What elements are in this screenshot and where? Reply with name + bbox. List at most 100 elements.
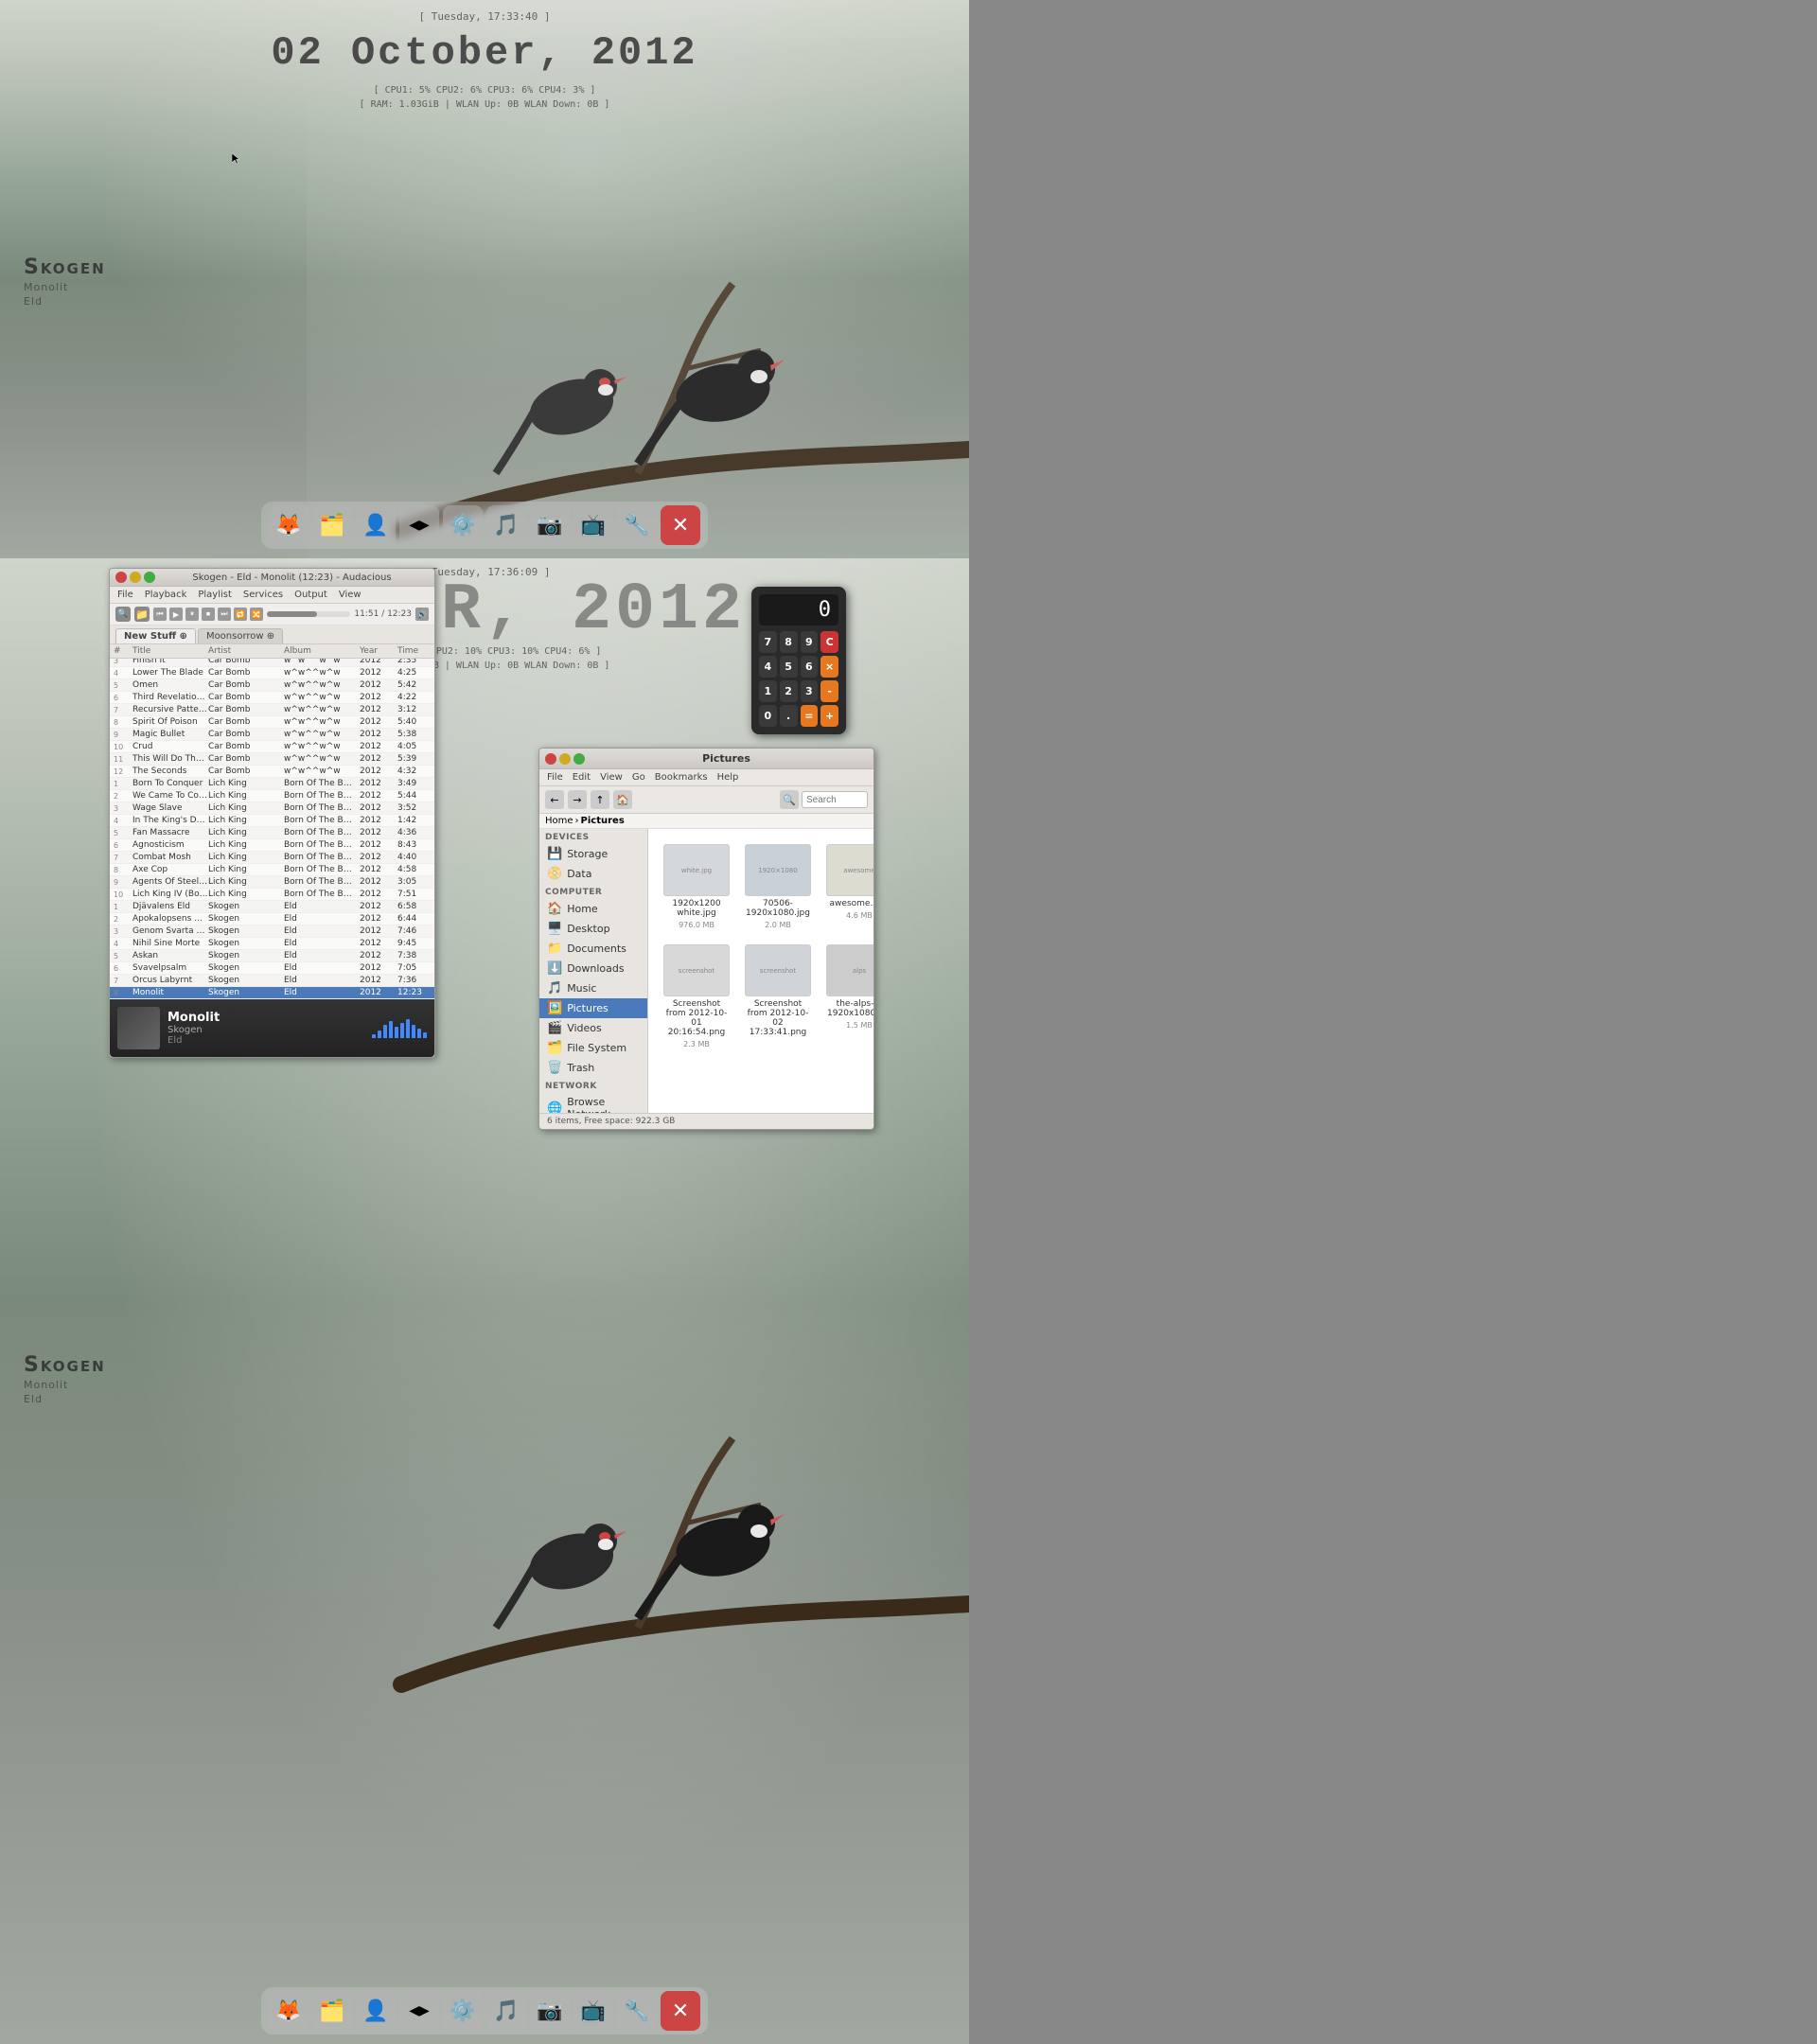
naut-item-desktop[interactable]: 🖥️ Desktop: [539, 919, 647, 939]
dock-b-arrow[interactable]: ◀▶: [399, 1991, 439, 2031]
calc-button-8[interactable]: 8: [780, 631, 798, 653]
aud-progress-bar[interactable]: [267, 611, 350, 617]
naut-item-music[interactable]: 🎵 Music: [539, 978, 647, 998]
naut-menu-edit[interactable]: Edit: [571, 771, 592, 784]
dock-b-firefox[interactable]: 🦊: [269, 1991, 309, 2031]
calc-button-2[interactable]: 2: [780, 680, 798, 702]
nautilus-back-button[interactable]: ←: [545, 790, 564, 809]
aud-track-row[interactable]: 3 Genom Svarta Vatten Skogen Eld 2012 7:…: [110, 925, 434, 938]
dock-icon-camera[interactable]: 📷: [530, 505, 570, 545]
aud-track-row[interactable]: 8 Axe Cop Lich King Born Of The Bomb 201…: [110, 864, 434, 876]
dock-b-music[interactable]: 🎵: [486, 1991, 526, 2031]
aud-menu-output[interactable]: Output: [292, 589, 329, 601]
nautilus-search-icon[interactable]: 🔍: [780, 790, 799, 809]
calc-button-5[interactable]: 5: [780, 656, 798, 678]
aud-tab-new-stuff[interactable]: New Stuff ⊕: [115, 628, 196, 643]
naut-file-item[interactable]: white.jpg 1920x1200 white.jpg 976.0 MB: [660, 840, 733, 933]
nautilus-maximize-button[interactable]: [573, 753, 585, 765]
calc-button-_[interactable]: ×: [820, 656, 838, 678]
calc-button-6[interactable]: 6: [801, 656, 819, 678]
naut-item-filesystem[interactable]: 🗂️ File System: [539, 1038, 647, 1058]
calc-button-1[interactable]: 1: [759, 680, 777, 702]
dock-icon-arrow[interactable]: ◀▶: [399, 505, 439, 545]
dock-b-files[interactable]: 🗂️: [312, 1991, 352, 2031]
aud-track-row[interactable]: 5 Fan Massacre Lich King Born Of The Bom…: [110, 827, 434, 839]
naut-file-item[interactable]: 1920×1080 70506-1920x1080.jpg 2.0 MB: [741, 840, 815, 933]
naut-breadcrumb-pictures[interactable]: Pictures: [581, 816, 625, 826]
naut-item-documents[interactable]: 📁 Documents: [539, 939, 647, 959]
nautilus-up-button[interactable]: ↑: [591, 790, 609, 809]
aud-track-row[interactable]: 1 Born To Conquer Lich King Born Of The …: [110, 778, 434, 790]
aud-prev-button[interactable]: ⏮: [153, 608, 167, 621]
naut-item-downloads[interactable]: ⬇️ Downloads: [539, 959, 647, 978]
aud-track-row[interactable]: 6 Third Revelation (feat. Joseph... Car …: [110, 692, 434, 704]
aud-track-row[interactable]: 2 Apokalopsens Vita Dimma Skogen Eld 201…: [110, 913, 434, 925]
aud-menu-view[interactable]: View: [337, 589, 363, 601]
audacious-maximize-button[interactable]: [144, 572, 155, 583]
calc-button-_[interactable]: -: [820, 680, 838, 702]
aud-track-row[interactable]: 9 Agents Of Steel (Agent Steel ... Lich …: [110, 876, 434, 889]
nautilus-close-button[interactable]: [545, 753, 556, 765]
audacious-close-button[interactable]: [115, 572, 127, 583]
aud-volume-button[interactable]: 🔊: [415, 608, 429, 621]
audacious-win-buttons[interactable]: [115, 572, 155, 583]
aud-track-row[interactable]: 7 Recursive Patterns Car Bomb w^w^^w^w 2…: [110, 704, 434, 716]
calc-button-7[interactable]: 7: [759, 631, 777, 653]
calc-button-9[interactable]: 9: [801, 631, 819, 653]
dock-icon-close[interactable]: ✕: [661, 505, 700, 545]
dock-icon-settings[interactable]: ⚙️: [443, 505, 483, 545]
aud-track-row[interactable]: 5 Omen Car Bomb w^w^^w^w 2012 5:42: [110, 679, 434, 692]
dock-icon-files[interactable]: 🗂️: [312, 505, 352, 545]
calc-button-c[interactable]: C: [820, 631, 838, 653]
naut-item-storage[interactable]: 💾 Storage: [539, 844, 647, 864]
aud-track-row[interactable]: 6 Agnosticism Lich King Born Of The Bomb…: [110, 839, 434, 852]
audacious-minimize-button[interactable]: [130, 572, 141, 583]
aud-track-row[interactable]: 2 We Came To Conquer Lich King Born Of T…: [110, 790, 434, 802]
aud-folder-button[interactable]: 📁: [134, 607, 150, 622]
aud-stop-button[interactable]: ⏹: [202, 608, 215, 621]
aud-track-row[interactable]: 8 Monolit Skogen Eld 2012 12:23: [110, 987, 434, 999]
aud-track-row[interactable]: 4 In The King's Devastation Lich King Bo…: [110, 815, 434, 827]
aud-track-row[interactable]: 8 Spirit Of Poison Car Bomb w^w^^w^w 201…: [110, 716, 434, 729]
aud-track-row[interactable]: 6 Svavelpsalm Skogen Eld 2012 7:05: [110, 962, 434, 975]
dock-b-camera[interactable]: 📷: [530, 1991, 570, 2031]
naut-file-item[interactable]: alps the-alps-2-1920x1080.jpg 1.5 MB: [822, 941, 873, 1052]
aud-track-row[interactable]: 3 Finish It Car Bomb w^w^^w^w 2012 2:35: [110, 659, 434, 667]
aud-track-row[interactable]: 12 The Seconds Car Bomb w^w^^w^w 2012 4:…: [110, 766, 434, 778]
naut-file-item[interactable]: screenshot Screenshot from 2012-10-02 17…: [741, 941, 815, 1052]
dock-b-monitor[interactable]: 📺: [573, 1991, 613, 2031]
aud-tab-moonsorrow[interactable]: Moonsorrow ⊕: [198, 628, 283, 643]
aud-track-row[interactable]: 11 This Will Do The Job Car Bomb w^w^^w^…: [110, 753, 434, 766]
naut-item-browse-network[interactable]: 🌐 Browse Network: [539, 1093, 647, 1113]
calc-button-3[interactable]: 3: [801, 680, 819, 702]
dock-icon-user[interactable]: 👤: [356, 505, 396, 545]
aud-search-button[interactable]: 🔍: [115, 607, 131, 622]
aud-menu-services[interactable]: Services: [241, 589, 285, 601]
dock-icon-tools[interactable]: 🔧: [617, 505, 657, 545]
aud-track-row[interactable]: 9 Magic Bullet Car Bomb w^w^^w^w 2012 5:…: [110, 729, 434, 741]
naut-item-data[interactable]: 📀 Data: [539, 864, 647, 884]
calc-button-_[interactable]: =: [801, 705, 819, 727]
nautilus-win-buttons[interactable]: [545, 753, 585, 765]
naut-item-home[interactable]: 🏠 Home: [539, 899, 647, 919]
dock-icon-firefox[interactable]: 🦊: [269, 505, 309, 545]
aud-pause-button[interactable]: ⏸: [185, 608, 199, 621]
aud-play-button[interactable]: ▶: [169, 608, 183, 621]
calc-button-_[interactable]: +: [820, 705, 838, 727]
calc-button-0[interactable]: 0: [759, 705, 777, 727]
aud-track-row[interactable]: 10 Lich King IV (Born Of The Bo... Lich …: [110, 889, 434, 901]
nautilus-home-button[interactable]: 🏠: [613, 790, 632, 809]
naut-file-item[interactable]: screenshot Screenshot from 2012-10-01 20…: [660, 941, 733, 1052]
naut-breadcrumb-home[interactable]: Home: [545, 816, 573, 826]
naut-menu-view[interactable]: View: [598, 771, 625, 784]
aud-track-row[interactable]: 4 Lower The Blade Car Bomb w^w^^w^w 2012…: [110, 667, 434, 679]
dock-b-user[interactable]: 👤: [356, 1991, 396, 2031]
dock-b-settings[interactable]: ⚙️: [443, 1991, 483, 2031]
dock-b-tools[interactable]: 🔧: [617, 1991, 657, 2031]
aud-menu-playback[interactable]: Playback: [143, 589, 189, 601]
naut-menu-file[interactable]: File: [545, 771, 565, 784]
nautilus-minimize-button[interactable]: [559, 753, 571, 765]
aud-track-row[interactable]: 10 Crud Car Bomb w^w^^w^w 2012 4:05: [110, 741, 434, 753]
naut-menu-help[interactable]: Help: [715, 771, 741, 784]
aud-menu-file[interactable]: File: [115, 589, 135, 601]
